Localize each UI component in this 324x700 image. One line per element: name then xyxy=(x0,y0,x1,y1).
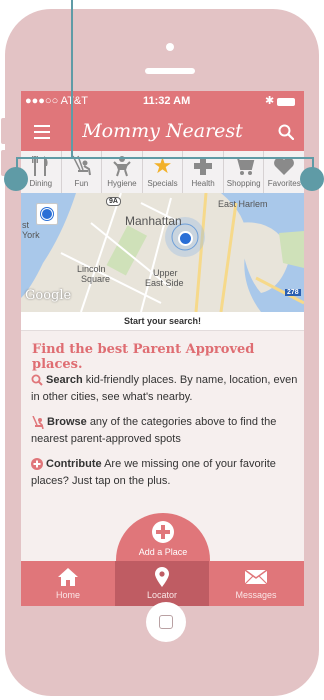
map-label-square: Square xyxy=(81,274,111,284)
bluetooth-icon: ✱ xyxy=(265,95,275,107)
app-title: Mommy Nearest xyxy=(82,120,243,142)
home-button[interactable] xyxy=(146,602,186,642)
category-label: Specials xyxy=(147,179,178,188)
map-caption: Start your search! xyxy=(21,312,304,331)
category-label: Health xyxy=(191,179,215,188)
contribute-keyword: Contribute xyxy=(46,458,102,470)
swing-icon xyxy=(32,415,44,429)
map-label-upper: Upper xyxy=(153,268,178,278)
map-label-york: York xyxy=(22,230,40,240)
location-pin-icon xyxy=(155,567,169,587)
tab-label: Home xyxy=(55,590,80,600)
menu-icon[interactable] xyxy=(34,125,50,139)
carrier-label: ●●●○○ AT&T xyxy=(25,95,88,107)
category-label: Favorites xyxy=(267,179,301,188)
route-shield-9a: 9A xyxy=(106,197,121,206)
current-location-marker xyxy=(178,231,193,246)
nav-bar: Mommy Nearest xyxy=(21,113,304,151)
clock: 11:32 AM xyxy=(143,95,191,107)
tab-home[interactable]: Home xyxy=(21,561,115,606)
map-label-st: st xyxy=(22,220,30,230)
map-view[interactable]: East Harlem Manhattan st York Lincoln Sq… xyxy=(21,193,304,312)
search-icon[interactable] xyxy=(278,124,294,140)
tab-label: Messages xyxy=(235,590,277,600)
speaker-grille xyxy=(145,68,195,74)
location-marker-icon xyxy=(41,208,53,220)
map-label-manhattan: Manhattan xyxy=(125,214,182,228)
contribute-hint: Contribute Are we missing one of your fa… xyxy=(31,456,299,490)
map-label-east-harlem: East Harlem xyxy=(218,199,268,209)
page-heading: Find the best Parent Approved places. xyxy=(32,342,255,372)
category-label: Hygiene xyxy=(107,179,137,188)
google-logo: Google xyxy=(25,288,72,303)
plus-circle-icon xyxy=(152,521,174,543)
app-screen: ●●●○○ AT&T 11:32 AM ✱ Mommy Nearest Dini… xyxy=(21,91,304,606)
envelope-icon xyxy=(244,569,268,585)
plus-circle-icon xyxy=(31,458,43,471)
route-shield-278: 278 xyxy=(285,289,301,296)
tab-messages[interactable]: Messages xyxy=(209,561,303,606)
tab-locator[interactable]: Locator xyxy=(115,561,209,606)
search-keyword: Search xyxy=(46,374,83,386)
callout-dot-right xyxy=(300,167,324,191)
map-label-lincoln: Lincoln xyxy=(77,264,106,274)
status-bar: ●●●○○ AT&T 11:32 AM ✱ xyxy=(21,91,304,113)
browse-keyword: Browse xyxy=(47,416,87,428)
heart-icon xyxy=(274,157,295,175)
category-label: Shopping xyxy=(226,179,261,188)
browse-hint: Browse any of the categories above to fi… xyxy=(31,414,299,448)
category-label: Fun xyxy=(74,179,89,188)
callout-line xyxy=(71,0,73,158)
home-icon xyxy=(58,568,78,586)
search-hint: Search kid-friendly places. By name, loc… xyxy=(31,372,299,406)
cross-icon xyxy=(194,157,213,175)
side-button xyxy=(1,118,7,144)
search-icon xyxy=(31,374,43,386)
tab-bar: Home Locator Messages xyxy=(21,561,304,606)
battery-icon xyxy=(277,98,295,106)
callout-line xyxy=(16,157,314,159)
my-location-button[interactable] xyxy=(36,203,58,225)
tab-label: Locator xyxy=(146,590,178,600)
map-label-east-side: East Side xyxy=(145,278,184,288)
add-place-label: Add a Place xyxy=(138,547,188,557)
callout-dot-left xyxy=(4,167,28,191)
front-camera xyxy=(166,43,174,51)
